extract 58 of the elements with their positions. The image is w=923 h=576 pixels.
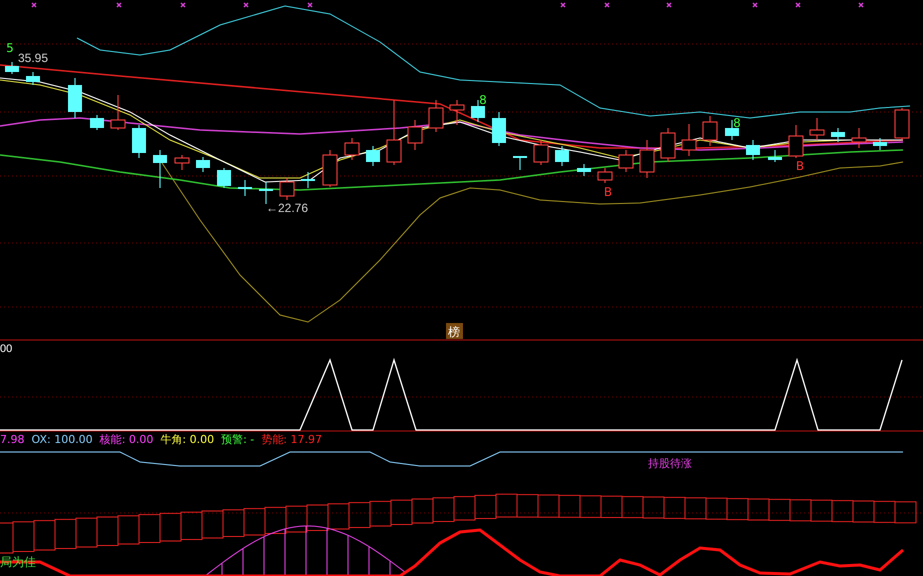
candlestick bbox=[196, 156, 210, 172]
candlestick bbox=[259, 182, 273, 204]
status-label: 持股待涨 bbox=[648, 457, 692, 470]
candlestick bbox=[344, 138, 360, 160]
candlestick bbox=[322, 150, 338, 188]
candlestick bbox=[725, 120, 739, 140]
candlestick bbox=[238, 180, 252, 196]
candlestick bbox=[428, 100, 444, 132]
signal-marker: 8 bbox=[479, 93, 487, 107]
candlestick bbox=[280, 178, 294, 200]
tag-label: 榜 bbox=[446, 323, 463, 339]
candlestick bbox=[598, 168, 612, 184]
candlestick bbox=[702, 116, 718, 146]
candlestick bbox=[386, 100, 402, 166]
candlestick bbox=[555, 146, 569, 166]
candlestick bbox=[492, 112, 506, 146]
candlestick bbox=[852, 128, 866, 148]
candlestick bbox=[660, 128, 676, 162]
indicator-readout: 预警: - bbox=[221, 433, 254, 446]
indicator-readout: 核能: 0.00 bbox=[100, 433, 154, 446]
candlestick bbox=[110, 94, 126, 130]
indicator-readout: OX: 100.00 bbox=[32, 433, 93, 446]
candlestick bbox=[408, 120, 422, 150]
oscillator-scale-label: 00 bbox=[0, 343, 12, 355]
candlestick bbox=[217, 168, 231, 188]
signal-marker: B bbox=[796, 159, 804, 173]
signal-marker: 8 bbox=[733, 116, 741, 130]
candlestick bbox=[682, 124, 696, 156]
high-price-label: 35.95 bbox=[18, 51, 48, 65]
signal-marker: B bbox=[604, 185, 612, 199]
indicator-readout: 势能: 17.97 bbox=[261, 433, 322, 446]
candlestick bbox=[618, 150, 634, 172]
candlestick bbox=[450, 100, 464, 126]
candlestick bbox=[513, 156, 527, 170]
candlestick bbox=[894, 108, 910, 140]
candlestick bbox=[26, 72, 40, 86]
candlestick bbox=[831, 128, 845, 142]
candlestick bbox=[366, 146, 380, 166]
candlestick bbox=[153, 150, 167, 188]
candlestick bbox=[174, 154, 190, 170]
indicator-readout: 7.98 bbox=[0, 433, 24, 446]
low-price-label: ←22.76 bbox=[266, 201, 308, 215]
candlestick bbox=[746, 140, 760, 160]
candlestick bbox=[132, 124, 146, 158]
candlestick bbox=[768, 150, 782, 162]
candlestick bbox=[68, 78, 82, 118]
candlestick bbox=[788, 124, 804, 158]
candlestick bbox=[873, 138, 887, 150]
candlestick bbox=[90, 114, 104, 130]
candlestick bbox=[534, 140, 548, 166]
candlestick bbox=[301, 172, 315, 188]
candlestick bbox=[5, 62, 19, 74]
candlestick bbox=[640, 140, 654, 178]
candlestick bbox=[810, 118, 824, 140]
hint-label: 局为佳 bbox=[0, 555, 36, 569]
indicator-readout: 牛角: 0.00 bbox=[160, 433, 214, 446]
candlestick bbox=[577, 164, 591, 176]
signal-marker: 5 bbox=[6, 41, 14, 55]
